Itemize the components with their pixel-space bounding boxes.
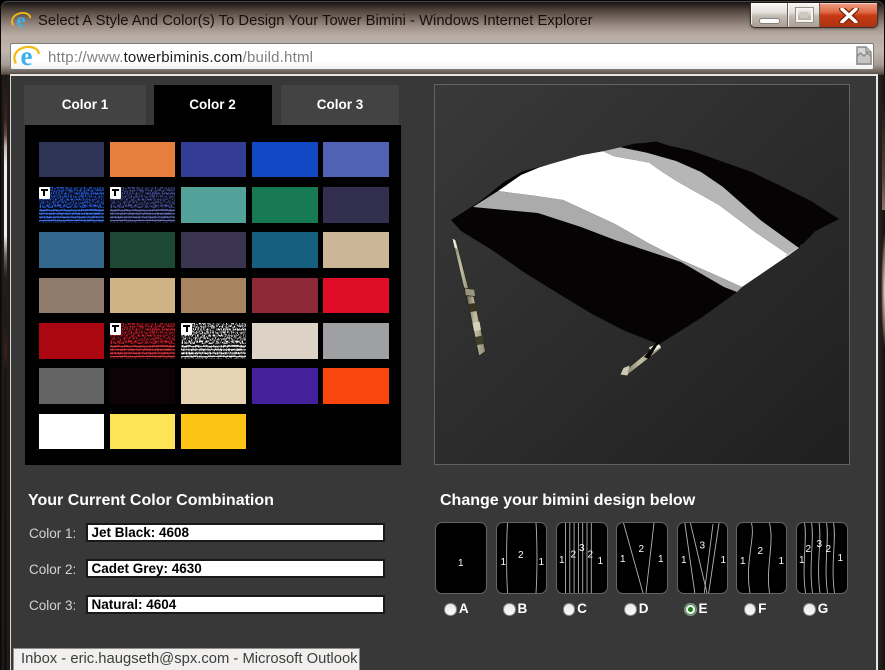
svg-text:1: 1 bbox=[458, 558, 464, 569]
svg-text:1: 1 bbox=[838, 553, 844, 564]
svg-text:1: 1 bbox=[658, 554, 664, 565]
svg-text:1: 1 bbox=[720, 555, 726, 566]
svg-text:3: 3 bbox=[579, 543, 585, 554]
svg-text:1: 1 bbox=[681, 555, 687, 566]
svg-text:2: 2 bbox=[826, 544, 832, 555]
svg-text:2: 2 bbox=[757, 546, 763, 557]
svg-text:1: 1 bbox=[598, 556, 604, 567]
svg-text:2: 2 bbox=[571, 550, 577, 561]
svg-text:2: 2 bbox=[588, 550, 594, 561]
svg-text:3: 3 bbox=[817, 539, 823, 550]
svg-text:2: 2 bbox=[639, 544, 645, 555]
svg-text:1: 1 bbox=[620, 554, 626, 565]
svg-text:1: 1 bbox=[500, 557, 506, 568]
svg-text:3: 3 bbox=[699, 541, 705, 552]
svg-text:1: 1 bbox=[559, 555, 565, 566]
svg-text:1: 1 bbox=[740, 556, 746, 567]
svg-text:1: 1 bbox=[538, 557, 544, 568]
svg-text:2: 2 bbox=[806, 544, 812, 555]
svg-text:1: 1 bbox=[778, 556, 784, 567]
svg-text:2: 2 bbox=[518, 550, 524, 561]
svg-text:1: 1 bbox=[799, 555, 805, 566]
